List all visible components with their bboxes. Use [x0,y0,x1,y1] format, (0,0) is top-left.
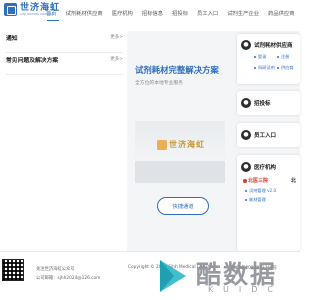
supplier-register-link[interactable]: 注册 [277,54,289,60]
logo-mark-icon [4,3,17,16]
wall-logo-sign: 世济海虹 [157,139,205,150]
supplier-login-label: 登录 [258,54,267,59]
bidding-card-title: 招投标 [254,101,271,107]
supplier-vendor-label: 供应商 [281,65,294,70]
nav-reagent-supplier[interactable]: 试剂耗材供应商 [66,8,103,20]
bullet-icon [245,199,247,201]
wechat-qr-code [2,259,24,281]
footer-wechat-text: 关注世济海虹公众号 [36,267,75,272]
supplier-card[interactable]: ● 试剂耗材供应商 登录 注册 科研试剂 供应商 [237,34,300,84]
watermark-subtext: KUIDC [208,285,283,294]
site-header: 世济海虹 SHIJI HAIHONG LOGISTICS 首页 试剂耗材供应商 … [0,0,300,31]
nav-medical-institution[interactable]: 医疗机构 [112,8,133,20]
nav-active-indicator [47,20,59,21]
wall-logo-text: 世济海虹 [169,140,205,149]
bidding-card[interactable]: ● 招投标 [237,91,300,115]
hospital-sub-second[interactable]: 北 [291,177,296,184]
nav-home[interactable]: 首页 [46,8,57,20]
nav-tender-info[interactable]: 招标信息 [142,8,163,20]
site-watermark: 酷数据 KUIDC [156,250,286,300]
bullet-icon [277,56,279,58]
hospital-card[interactable]: ● 医疗机构 北医三院 北 试剂管理 v2.0 耗材管理 [237,155,300,251]
hospital-marker-icon [243,178,247,183]
hospital-consumable-link[interactable]: 耗材管理 [245,197,266,203]
hospital-reagent-label: 试剂管理 v2.0 [249,188,277,193]
reception-desk [135,161,225,183]
bullet-icon [245,190,247,192]
faq-section: 常见问题及解决方案 更多> [6,53,123,75]
bullet-icon [254,67,256,69]
hospital-sub1-label: 北医三院 [248,178,269,184]
employee-card-title: 员工入口 [254,133,277,139]
footer-email-text: 公司邮箱：sjhh2024@126.com [36,276,101,281]
nav-employee-entry[interactable]: 员工入口 [197,8,218,20]
bullet-icon [277,67,279,69]
supplier-research-link[interactable]: 科研试剂 [254,65,275,71]
hospital-icon: ● [241,162,251,172]
main-nav: 首页 试剂耗材供应商 医疗机构 招标信息 招投标 员工入口 试剂生产企业 药品供… [46,8,304,20]
notice-section: 通知 更多> [6,31,123,53]
faq-title: 常见问题及解决方案 [6,58,59,64]
supplier-research-label: 科研试剂 [258,65,275,70]
bullet-icon [254,56,256,58]
faq-more-link[interactable]: 更多> [110,56,123,62]
watermark-play-icon [160,260,186,292]
notice-title: 通知 [6,36,18,42]
nav-reagent-manufacturer[interactable]: 试剂生产企业 [227,8,259,20]
wall-logo-icon [157,139,167,150]
supplier-vendor-link[interactable]: 供应商 [277,65,294,71]
hospital-reagent-link[interactable]: 试剂管理 v2.0 [245,188,276,194]
office-photo: 世济海虹 [135,121,225,183]
employee-icon: ● [241,130,251,140]
hospital-consumable-label: 耗材管理 [249,197,266,202]
supplier-login-link[interactable]: 登录 [254,54,266,60]
hero-subtitle: 全方位的本地专业服务 [135,81,183,86]
left-panel: 通知 更多> 常见问题及解决方案 更多> [0,31,127,75]
bidding-icon: ● [241,98,251,108]
nav-drug-supplier[interactable]: 药品供应商 [268,8,295,20]
hospital-sub-peking-third[interactable]: 北医三院 [243,177,268,184]
employee-card[interactable]: ● 员工入口 [237,123,300,147]
hero-title: 试剂耗材完整解决方案 [135,65,219,75]
hospital-card-title: 医疗机构 [254,165,277,171]
notice-more-link[interactable]: 更多> [110,34,123,40]
supplier-icon: ● [241,40,251,50]
quick-access-button[interactable]: 快捷通道 [157,197,209,215]
nav-bidding[interactable]: 招投标 [172,8,188,20]
supplier-card-title: 试剂耗材供应商 [254,43,293,49]
supplier-register-label: 注册 [281,54,290,59]
